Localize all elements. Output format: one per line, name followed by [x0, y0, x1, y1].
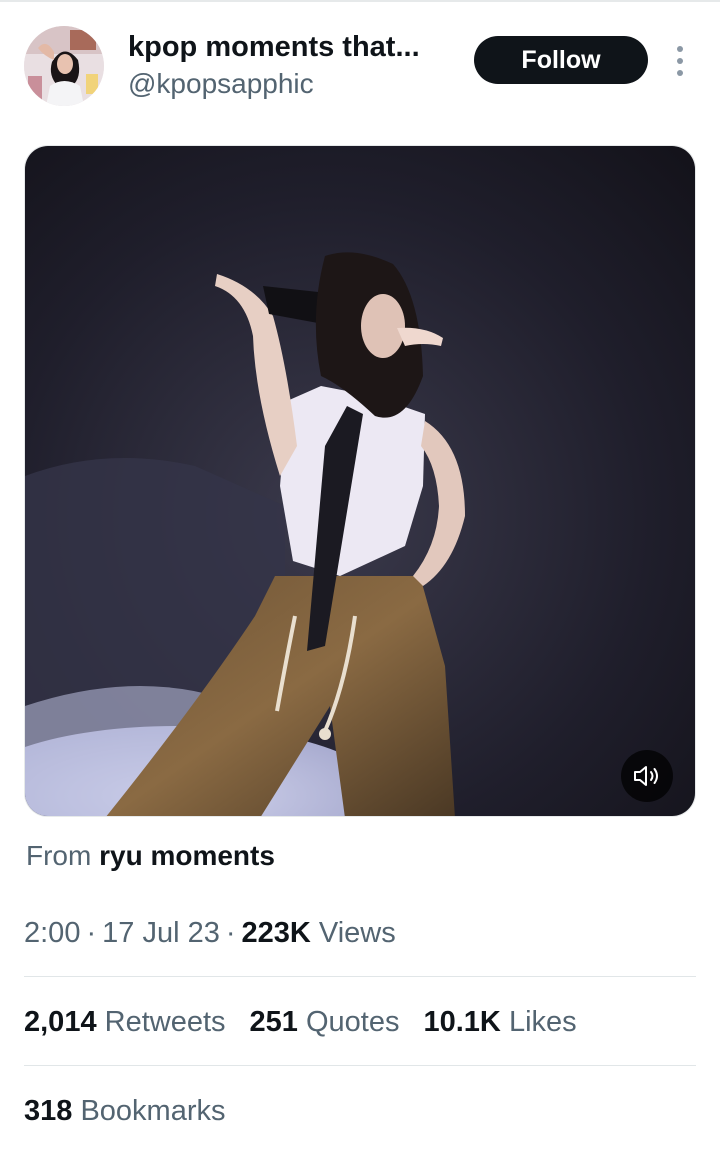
author-display-name[interactable]: kpop moments that... — [128, 30, 448, 64]
views-label: Views — [318, 917, 396, 949]
tweet-time[interactable]: 2:00 — [24, 917, 80, 949]
views-count: 223K — [241, 917, 311, 949]
quotes-stat[interactable]: 251 Quotes — [250, 1003, 400, 1041]
avatar[interactable] — [24, 26, 104, 106]
top-border — [0, 0, 720, 2]
tweet-meta: 2:00 · 17 Jul 23 · 223K Views — [24, 914, 396, 952]
retweets-label: Retweets — [104, 1006, 226, 1038]
engagement-stats: 2,014 Retweets 251 Quotes 10.1K Likes — [24, 1003, 601, 1041]
retweets-count: 2,014 — [24, 1006, 97, 1038]
divider — [24, 976, 696, 977]
divider — [24, 1065, 696, 1066]
video-source-name[interactable]: ryu moments — [99, 840, 275, 871]
more-dot — [677, 46, 683, 52]
retweets-stat[interactable]: 2,014 Retweets — [24, 1003, 226, 1041]
likes-stat[interactable]: 10.1K Likes — [423, 1003, 576, 1041]
speaker-icon[interactable] — [621, 750, 673, 802]
video-source-prefix: From — [26, 840, 92, 871]
more-vertical-icon[interactable] — [666, 44, 694, 78]
author-handle[interactable]: @kpopsapphic — [128, 66, 448, 102]
likes-count: 10.1K — [423, 1006, 501, 1038]
video-source: From ryu moments — [26, 838, 275, 874]
separator: · — [86, 917, 97, 949]
video-frame — [25, 146, 695, 816]
tweet-video[interactable] — [24, 145, 696, 817]
quotes-count: 251 — [249, 1006, 298, 1038]
author-names: kpop moments that... @kpopsapphic — [128, 30, 448, 102]
more-dot — [677, 58, 683, 64]
more-dot — [677, 70, 683, 76]
follow-button[interactable]: Follow — [474, 36, 648, 84]
bookmarks-label: Bookmarks — [80, 1095, 226, 1127]
avatar-image — [24, 26, 104, 106]
quotes-label: Quotes — [305, 1006, 400, 1038]
speaker-glyph — [634, 766, 658, 786]
bookmarks-stat[interactable]: 318 Bookmarks — [24, 1092, 226, 1130]
likes-label: Likes — [508, 1006, 577, 1038]
tweet-header: kpop moments that... @kpopsapphic Follow — [24, 26, 696, 108]
separator: · — [225, 917, 236, 949]
tweet-date[interactable]: 17 Jul 23 — [102, 917, 220, 949]
bookmarks-count: 318 — [24, 1095, 73, 1127]
